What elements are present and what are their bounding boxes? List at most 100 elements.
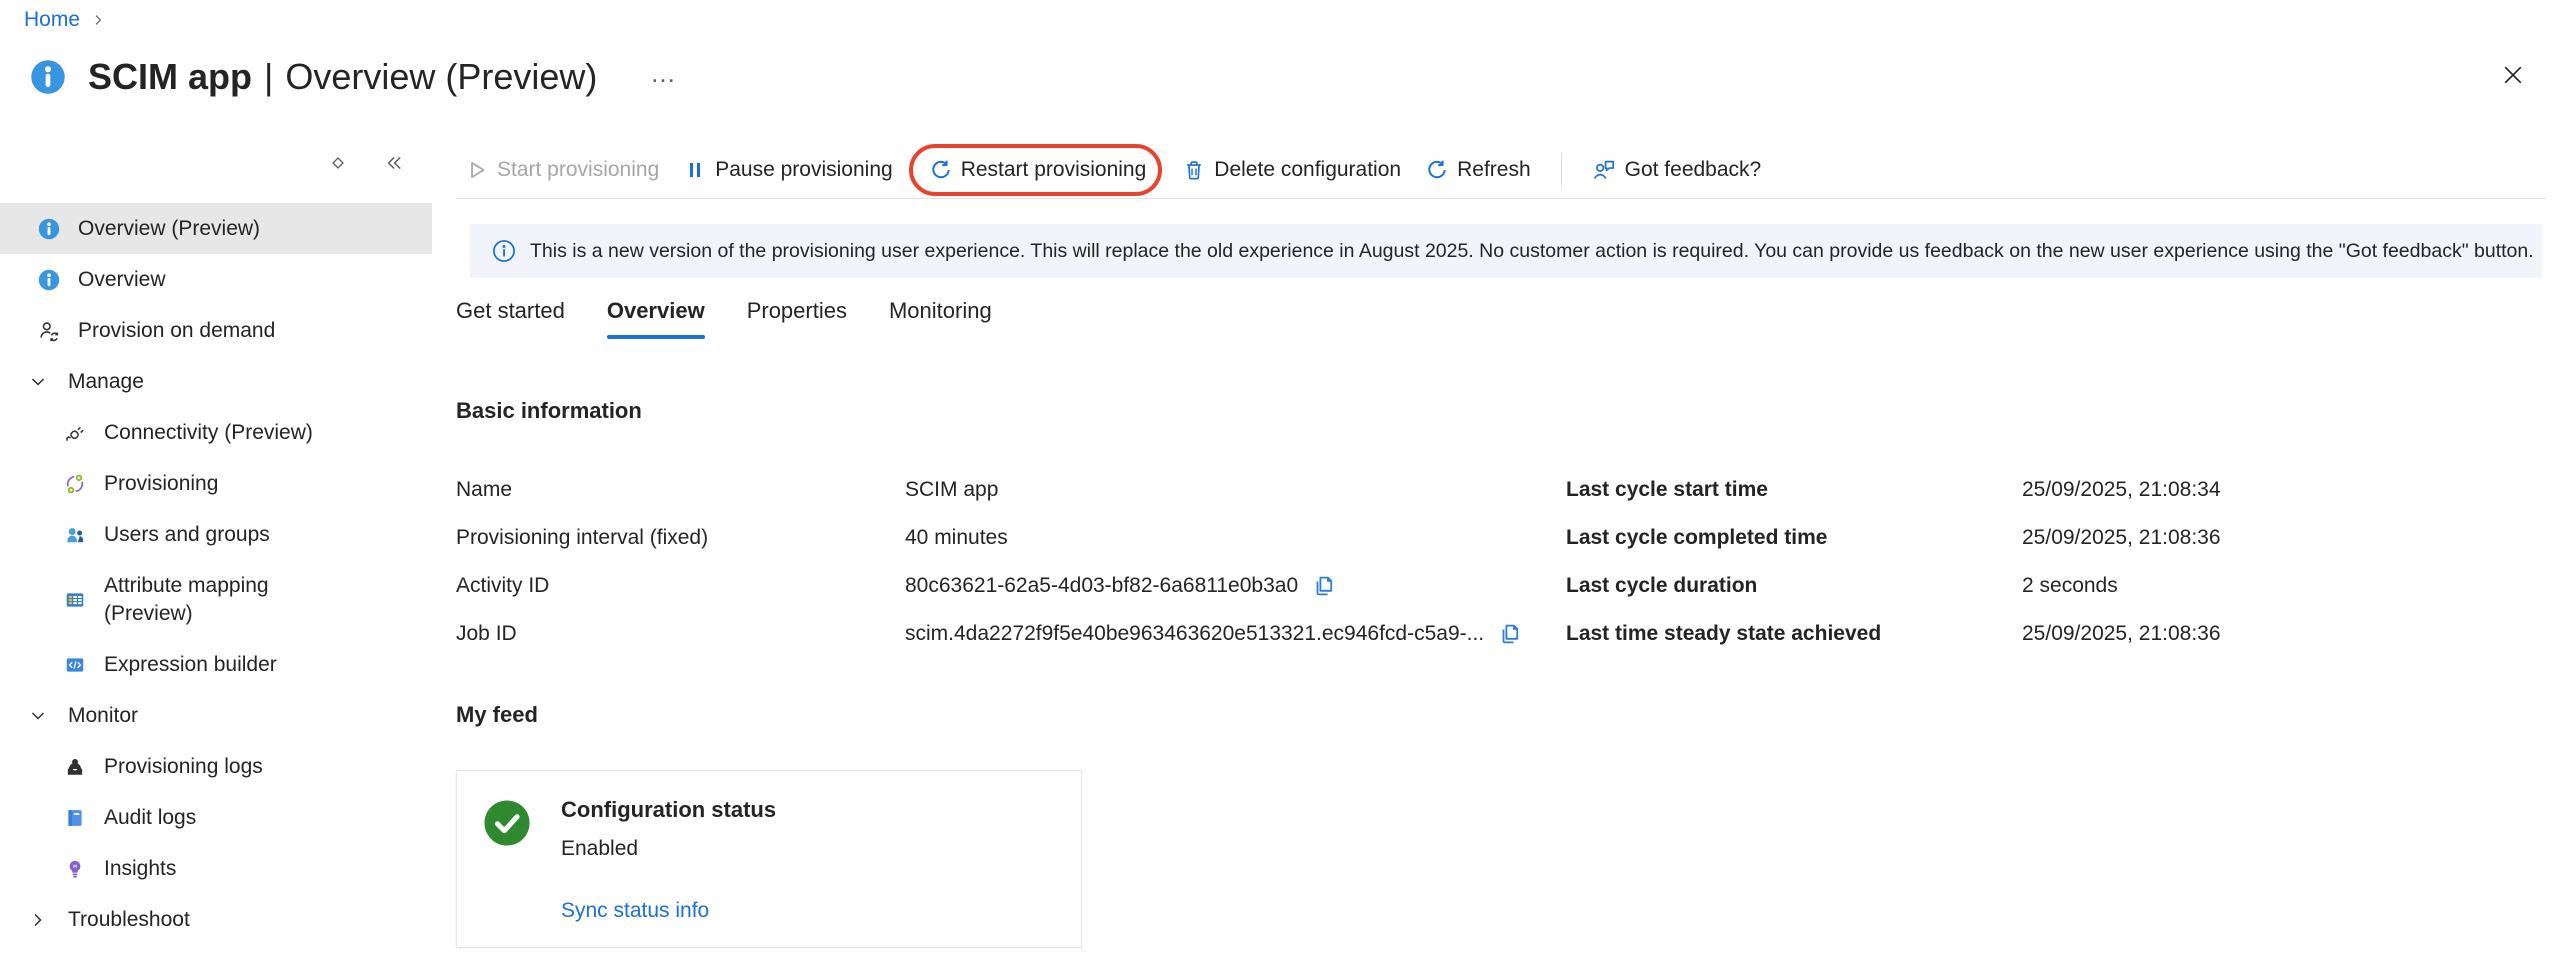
basic-information-heading: Basic information — [456, 398, 642, 424]
button-label: Restart provisioning — [961, 158, 1147, 182]
sidebar-item-provision-on-demand[interactable]: Provision on demand — [0, 305, 432, 356]
diamond-icon[interactable] — [328, 153, 348, 173]
breadcrumb-chevron-icon — [90, 12, 106, 28]
tab-get-started[interactable]: Get started — [456, 298, 565, 339]
field-label: Activity ID — [456, 574, 905, 598]
info-row-steady-state: Last time steady state achieved 25/09/20… — [1566, 610, 2542, 658]
users-icon — [64, 524, 86, 546]
sidebar-controls — [328, 152, 404, 174]
sidebar-item-insights[interactable]: Insights — [0, 843, 432, 894]
chevron-right-icon — [28, 910, 48, 930]
pause-provisioning-button[interactable]: Pause provisioning — [684, 158, 892, 182]
plug-icon — [64, 422, 86, 444]
table-icon — [64, 589, 86, 611]
sidebar-item-label: Attribute mapping (Preview) — [104, 572, 294, 628]
configuration-status-card: Configuration status Enabled Sync status… — [456, 770, 1082, 948]
info-row-name: Name SCIM app — [456, 466, 1556, 514]
main-content: Start provisioning Pause provisioning Re… — [456, 0, 2546, 980]
sidebar-group-label: Monitor — [68, 704, 138, 728]
active-tab-indicator — [607, 335, 705, 339]
sidebar-item-overview-preview[interactable]: Overview (Preview) — [0, 203, 432, 254]
code-icon — [64, 654, 86, 676]
field-label: Job ID — [456, 622, 905, 646]
sidebar-item-provisioning-logs[interactable]: Provisioning logs — [0, 741, 432, 792]
tab-overview[interactable]: Overview — [607, 298, 705, 339]
restart-provisioning-wrapper: Restart provisioning — [930, 158, 1147, 182]
button-label: Refresh — [1457, 158, 1531, 182]
field-value: 25/09/2025, 21:08:36 — [2022, 622, 2221, 646]
chevron-down-icon — [28, 372, 48, 392]
person-sync-icon — [38, 320, 60, 342]
copy-icon[interactable] — [1498, 622, 1522, 646]
sidebar-item-label: Expression builder — [104, 653, 277, 677]
restart-icon — [930, 159, 952, 181]
title-separator: | — [264, 56, 273, 98]
sidebar-item-label: Users and groups — [104, 523, 270, 547]
sync-status-info-link[interactable]: Sync status info — [561, 899, 709, 923]
copy-icon[interactable] — [1312, 574, 1336, 598]
restart-provisioning-button[interactable]: Restart provisioning — [930, 158, 1147, 182]
field-value: 2 seconds — [2022, 574, 2118, 598]
sidebar-item-users-and-groups[interactable]: Users and groups — [0, 509, 432, 560]
button-label: Delete configuration — [1214, 158, 1401, 182]
sidebar-group-manage[interactable]: Manage — [0, 356, 432, 407]
sidebar-group-troubleshoot[interactable]: Troubleshoot — [0, 894, 432, 945]
sidebar-item-expression-builder[interactable]: Expression builder — [0, 639, 432, 690]
status-value: Enabled — [561, 837, 638, 861]
sidebar-item-label: Overview — [78, 268, 166, 292]
info-row-last-cycle-completed: Last cycle completed time 25/09/2025, 21… — [1566, 514, 2542, 562]
play-icon — [466, 159, 488, 181]
app-info-icon — [30, 59, 66, 95]
field-value: 40 minutes — [905, 526, 1008, 550]
button-label: Start provisioning — [497, 158, 659, 182]
person-log-icon — [64, 756, 86, 778]
info-row-job-id: Job ID scim.4da2272f9f5e40be963463620e51… — [456, 610, 1556, 658]
app-name: SCIM app — [88, 56, 252, 98]
sidebar-item-overview[interactable]: Overview — [0, 254, 432, 305]
field-label: Last cycle completed time — [1566, 526, 2022, 550]
sidebar-item-label: Audit logs — [104, 806, 196, 830]
field-label: Provisioning interval (fixed) — [456, 526, 905, 550]
sidebar-item-attribute-mapping[interactable]: Attribute mapping (Preview) — [0, 560, 432, 639]
card-title: Configuration status — [561, 797, 776, 823]
tab-label: Overview — [607, 298, 705, 324]
button-label: Pause provisioning — [715, 158, 892, 182]
banner-text: This is a new version of the provisionin… — [530, 240, 2534, 263]
refresh-button[interactable]: Refresh — [1426, 158, 1531, 182]
field-label: Last cycle start time — [1566, 478, 2022, 502]
sidebar-group-monitor[interactable]: Monitor — [0, 690, 432, 741]
field-value: SCIM app — [905, 478, 998, 502]
delete-configuration-button[interactable]: Delete configuration — [1183, 158, 1401, 182]
basic-info-right-column: Last cycle start time 25/09/2025, 21:08:… — [1566, 466, 2542, 658]
lightbulb-icon — [64, 858, 86, 880]
tab-label: Properties — [747, 298, 847, 324]
pause-icon — [684, 159, 706, 181]
sidebar-group-label: Manage — [68, 370, 144, 394]
refresh-icon — [1426, 159, 1448, 181]
tab-monitoring[interactable]: Monitoring — [889, 298, 992, 339]
sidebar-item-audit-logs[interactable]: Audit logs — [0, 792, 432, 843]
feedback-icon — [1592, 158, 1616, 182]
provisioning-cycle-icon — [64, 473, 86, 495]
sidebar-item-connectivity[interactable]: Connectivity (Preview) — [0, 407, 432, 458]
start-provisioning-button: Start provisioning — [466, 158, 659, 182]
info-row-activity-id: Activity ID 80c63621-62a5-4d03-bf82-6a68… — [456, 562, 1556, 610]
success-check-icon — [483, 799, 531, 847]
tab-label: Monitoring — [889, 298, 992, 324]
info-row-last-cycle-start: Last cycle start time 25/09/2025, 21:08:… — [1566, 466, 2542, 514]
sidebar-item-provisioning[interactable]: Provisioning — [0, 458, 432, 509]
sidebar-group-label: Troubleshoot — [68, 908, 190, 932]
tab-properties[interactable]: Properties — [747, 298, 847, 339]
trash-icon — [1183, 159, 1205, 181]
sidebar-item-label: Provisioning — [104, 472, 218, 496]
info-icon — [38, 269, 60, 291]
sidebar-item-label: Overview (Preview) — [78, 217, 260, 241]
breadcrumb: Home — [24, 8, 106, 32]
collapse-menu-icon[interactable] — [382, 152, 404, 174]
chevron-down-icon — [28, 706, 48, 726]
info-outline-icon — [492, 239, 516, 263]
info-row-last-cycle-duration: Last cycle duration 2 seconds — [1566, 562, 2542, 610]
breadcrumb-home-link[interactable]: Home — [24, 8, 80, 32]
got-feedback-button[interactable]: Got feedback? — [1592, 158, 1762, 182]
sidebar-item-label: Provision on demand — [78, 319, 275, 343]
